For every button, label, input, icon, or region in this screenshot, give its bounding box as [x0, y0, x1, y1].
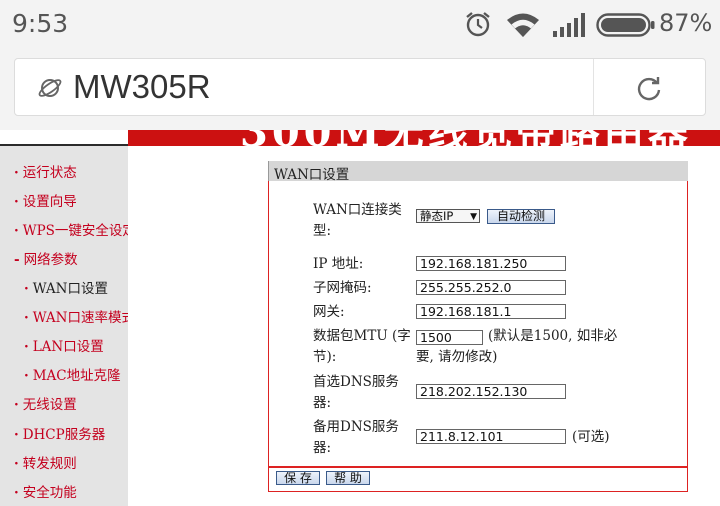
sidebar-item-lan[interactable]: · LAN口设置 [24, 335, 104, 355]
signal-icon [553, 13, 585, 37]
conn-type-select[interactable]: 静态IP ▼ [416, 209, 480, 223]
sidebar-item-forwarding[interactable]: · 转发规则 [14, 452, 77, 472]
wan-panel-header: WAN口设置 [268, 161, 688, 183]
sidebar-item-label: WAN口速率模式 [32, 310, 128, 326]
mtu-note-2: 要, 请勿修改) [416, 349, 498, 365]
status-bar: 9:53 87% [0, 0, 720, 52]
mask-label: 子网掩码: [313, 280, 372, 296]
alarm-icon [466, 12, 490, 37]
sidebar-item-label: MAC地址克隆 [32, 368, 121, 384]
dns1-field[interactable]: 218.202.152.130 [416, 384, 566, 399]
mtu-label: 数据包MTU (字 [313, 328, 411, 344]
ip-field[interactable]: 192.168.181.250 [416, 256, 566, 271]
sidebar-item-label: 设置向导 [22, 194, 77, 210]
sidebar-item-wps[interactable]: · WPS一键安全设定 [14, 219, 128, 239]
sidebar-item-dhcp[interactable]: · DHCP服务器 [14, 423, 105, 443]
sidebar-item-label: 运行状态 [22, 165, 77, 181]
sidebar-item-wizard[interactable]: · 设置向导 [14, 190, 77, 210]
sidebar-item-label: 网络参数 [23, 252, 78, 268]
browser-toolbar: MW305R [0, 52, 720, 130]
gateway-label: 网关: [313, 304, 345, 320]
sidebar-item-label: 无线设置 [22, 397, 77, 413]
conn-type-label-2: 型: [313, 223, 332, 239]
router-page: 300M无线宽带路由器 ·运行状态 ·设置向导 ·WPS一键安全设定 -网络参数… [0, 130, 720, 506]
gateway-field[interactable]: 192.168.181.1 [416, 304, 566, 319]
banner-left [0, 130, 128, 147]
sidebar-item-wan[interactable]: · WAN口设置 [24, 277, 108, 297]
battery-percent: 87% [659, 9, 713, 37]
planet-icon [38, 79, 62, 97]
dns2-label-2: 器: [313, 440, 332, 456]
sidebar-item-label: 转发规则 [22, 456, 77, 472]
wifi-icon [507, 13, 539, 37]
sidebar-item-label: WAN口设置 [32, 281, 108, 297]
sidebar-item-label: 安全功能 [22, 485, 77, 501]
sidebar-item-wireless[interactable]: · 无线设置 [14, 393, 77, 413]
sidebar-item-label: DHCP服务器 [22, 427, 106, 443]
dns2-label: 备用DNS服务 [313, 419, 399, 435]
sidebar-item-label: WPS一键安全设定 [22, 223, 128, 239]
conn-type-label: WAN口连接类 [313, 202, 402, 218]
dns1-label: 首选DNS服务 [313, 374, 399, 390]
mask-field[interactable]: 255.255.252.0 [416, 280, 566, 295]
battery-icon [596, 13, 655, 37]
dns1-label-2: 器: [313, 395, 332, 411]
mtu-label-2: 节): [313, 349, 337, 365]
sidebar-item-security[interactable]: · 安全功能 [14, 481, 77, 501]
banner-text: 300M无线宽带路由器 [240, 130, 692, 146]
conn-type-value: 静态IP [420, 209, 454, 223]
sidebar-item-network[interactable]: - 网络参数 [14, 248, 78, 268]
sidebar-menu: · 运行状态 · 设置向导 · WPS一键安全设定 - 网络参数 · WAN口设置 · WA… [0, 146, 128, 506]
save-button[interactable]: 保 存 [276, 471, 320, 485]
sidebar-item-mac-clone[interactable]: · MAC地址克隆 [24, 364, 121, 384]
banner: 300M无线宽带路由器 [128, 130, 720, 146]
ip-label: IP 地址: [313, 256, 364, 272]
status-time: 9:53 [12, 9, 69, 38]
url-divider [593, 59, 594, 115]
url-bar[interactable]: MW305R [14, 58, 706, 116]
reload-icon[interactable] [635, 74, 663, 102]
mtu-field[interactable]: 1500 [416, 330, 483, 345]
help-button[interactable]: 帮 助 [326, 471, 370, 485]
wan-panel-title: WAN口设置 [274, 167, 350, 183]
sidebar-item-status[interactable]: · 运行状态 [14, 161, 77, 181]
dropdown-arrow-icon: ▼ [470, 212, 477, 222]
sidebar-item-label: LAN口设置 [32, 339, 104, 355]
dns2-note: (可选) [572, 429, 610, 445]
url-text[interactable]: MW305R [73, 68, 211, 106]
dns2-field[interactable]: 211.8.12.101 [416, 429, 566, 444]
mtu-note: (默认是1500, 如非必 [488, 328, 618, 344]
auto-detect-button[interactable]: 自动检测 [487, 209, 555, 224]
sidebar-item-wan-speed[interactable]: · WAN口速率模式 [24, 306, 128, 326]
